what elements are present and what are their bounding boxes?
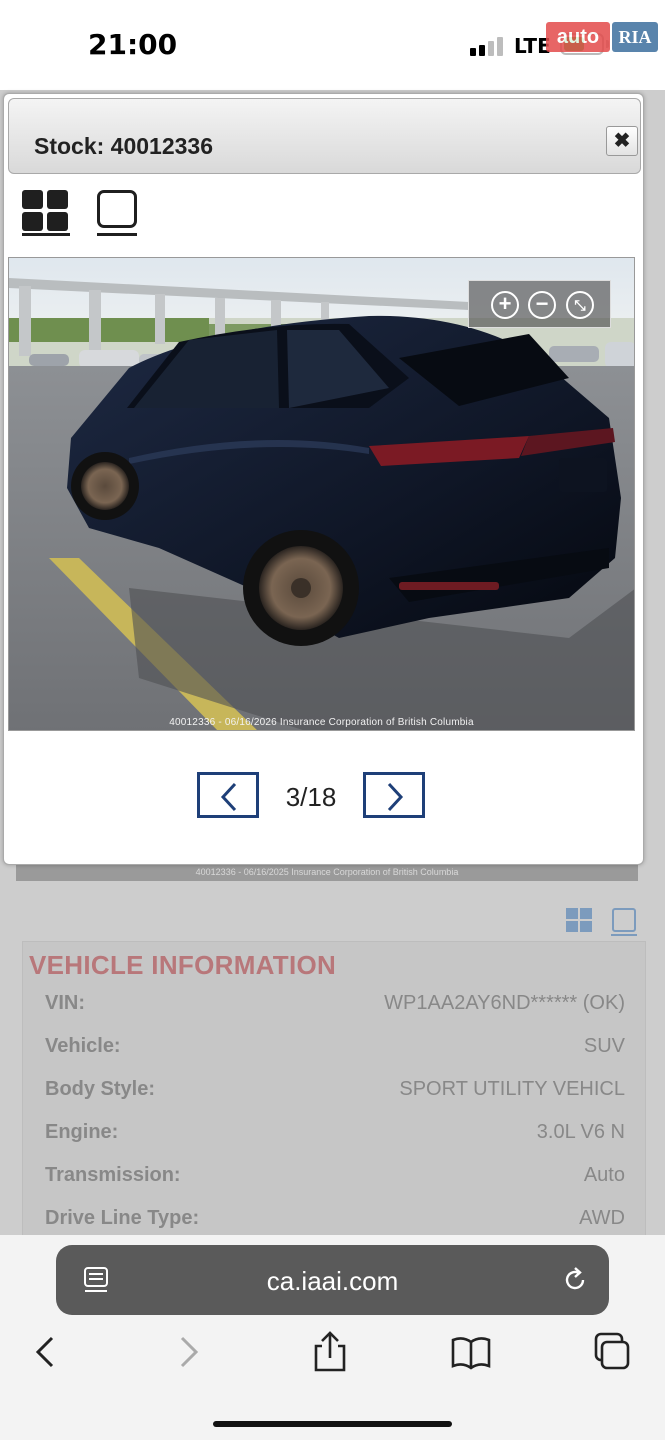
fit-to-screen-icon[interactable]: ⤡ [566, 291, 594, 319]
address-bar[interactable]: ca.iaai.com [56, 1245, 609, 1315]
info-row-body-style: Body Style: SPORT UTILITY VEHICL [23, 1070, 647, 1110]
vehicle-photo-image [9, 258, 634, 730]
background-view-toggle [566, 908, 638, 936]
info-value: 3.0L V6 N [536, 1121, 625, 1143]
chevron-left-icon [220, 782, 237, 812]
grid-view-icon[interactable] [566, 908, 592, 932]
back-icon[interactable] [24, 1330, 68, 1374]
image-viewer-modal: Stock: 40012336 ✖ + − ⤡ 40012336 - 06/16… [3, 93, 644, 865]
cellular-signal-icon [470, 36, 506, 56]
info-row-vehicle: Vehicle: SUV [23, 1027, 647, 1067]
info-row-transmission: Transmission: Auto [23, 1156, 647, 1196]
info-value: WP1AA2AY6ND****** (OK) [384, 992, 625, 1014]
info-label: Vehicle: [45, 1035, 121, 1057]
photo-pager: 3/18 [4, 772, 645, 822]
info-label: Drive Line Type: [45, 1207, 200, 1229]
status-bar: 21:00 LTE auto RIA [0, 0, 665, 90]
browser-toolbar: ca.iaai.com [0, 1235, 665, 1440]
info-value: SPORT UTILITY VEHICL [399, 1078, 625, 1100]
chevron-right-icon [387, 782, 404, 812]
background-photo-caption: 40012336 - 06/16/2025 Insurance Corporat… [195, 867, 459, 877]
vehicle-photo[interactable]: + − ⤡ 40012336 - 06/16/2026 Insurance Co… [8, 257, 635, 731]
zoom-controls: + − ⤡ [468, 280, 611, 328]
info-label: VIN: [45, 992, 85, 1014]
info-row-drive-line: Drive Line Type: AWD [23, 1199, 647, 1239]
previous-photo-button[interactable] [197, 772, 259, 818]
vehicle-information-panel: VEHICLE INFORMATION VIN: WP1AA2AY6ND****… [22, 941, 646, 1241]
info-value: Auto [583, 1164, 625, 1186]
single-view-icon[interactable] [611, 908, 637, 936]
info-value: SUV [583, 1035, 625, 1057]
close-button[interactable]: ✖ [606, 126, 638, 156]
single-view-button[interactable] [97, 190, 137, 236]
forward-icon[interactable] [166, 1330, 210, 1374]
share-icon[interactable] [308, 1330, 352, 1374]
info-row-engine: Engine: 3.0L V6 N [23, 1113, 647, 1153]
grid-view-button[interactable] [22, 190, 70, 236]
clock: 21:00 [88, 28, 178, 61]
info-label: Body Style: [45, 1078, 156, 1100]
next-photo-button[interactable] [363, 772, 425, 818]
background-photo-strip: 40012336 - 06/16/2025 Insurance Corporat… [16, 865, 638, 881]
reload-icon[interactable] [561, 1266, 589, 1294]
modal-title: Stock: 40012336 [34, 133, 214, 159]
modal-header: Stock: 40012336 ✖ [8, 98, 641, 174]
info-label: Transmission: [45, 1164, 181, 1186]
watermark-auto-logo: auto [546, 22, 610, 52]
info-row-vin: VIN: WP1AA2AY6ND****** (OK) [23, 984, 647, 1024]
watermark-ria-logo: RIA [612, 22, 658, 52]
single-view-icon [97, 190, 137, 228]
url-text: ca.iaai.com [266, 1266, 399, 1296]
bookmarks-icon[interactable] [449, 1330, 493, 1374]
info-value: AWD [579, 1207, 625, 1229]
info-label: Engine: [45, 1121, 119, 1143]
zoom-in-icon[interactable]: + [491, 291, 519, 319]
section-title: VEHICLE INFORMATION [29, 950, 337, 980]
tabs-icon[interactable] [590, 1330, 634, 1374]
screen: 21:00 LTE auto RIA 40012336 - 06/16/2025… [0, 0, 665, 1440]
zoom-out-icon[interactable]: − [528, 291, 556, 319]
home-indicator [213, 1421, 452, 1427]
page-counter: 3/18 [285, 782, 337, 812]
photo-caption: 40012336 - 06/16/2026 Insurance Corporat… [169, 717, 474, 728]
